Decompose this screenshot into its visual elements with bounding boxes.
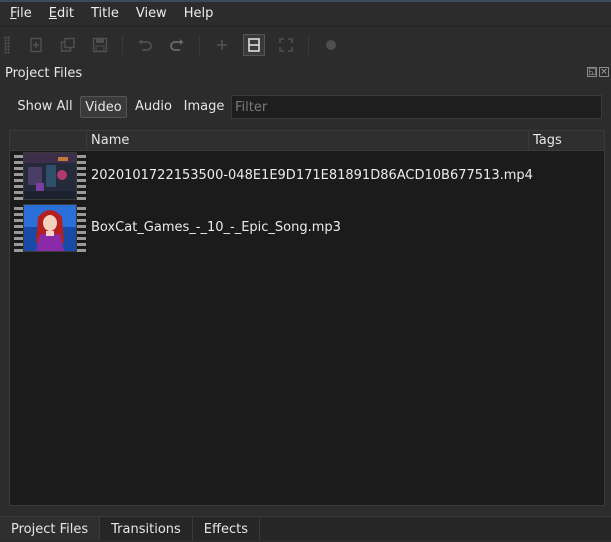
dock-close-icon[interactable]: × — [599, 67, 609, 77]
tab-transitions[interactable]: Transitions — [100, 517, 193, 540]
menu-help[interactable]: Help — [174, 6, 221, 21]
anime-girl-thumbnail — [14, 204, 86, 252]
menu-view[interactable]: View — [126, 6, 174, 21]
filter-show-all-tab[interactable]: Show All — [16, 96, 74, 118]
save-project-icon — [92, 37, 108, 53]
fullscreen-button[interactable] — [275, 34, 297, 56]
main-toolbar — [0, 26, 611, 63]
toolbar-separator — [199, 35, 200, 55]
column-header-tags[interactable]: Tags — [529, 131, 604, 150]
filter-bar: Show All Video Audio Image — [0, 94, 611, 120]
menu-help-label: Help — [183, 5, 214, 21]
column-header-thumbnail[interactable] — [10, 131, 87, 150]
filter-image-tab[interactable]: Image — [182, 96, 226, 118]
menu-file-label: ile — [16, 5, 32, 21]
toolbar-separator — [122, 35, 123, 55]
dock-title: Project Files — [5, 65, 83, 81]
project-files-dock-header: Project Files ◱ × — [0, 63, 611, 83]
toolbar-grip-handle[interactable] — [4, 36, 10, 54]
redo-icon — [170, 39, 184, 51]
menu-file[interactable]: File — [0, 6, 39, 21]
open-project-icon — [60, 37, 75, 52]
file-name: BoxCat_Games_-_10_-_Epic_Song.mp3 — [91, 220, 341, 235]
menu-edit[interactable]: Edit — [39, 6, 81, 21]
audio-cover-image — [24, 205, 76, 251]
record-button[interactable] — [320, 34, 342, 56]
video-thumbnail — [14, 152, 86, 200]
undo-button[interactable] — [134, 34, 156, 56]
menu-view-label: View — [135, 5, 167, 21]
tab-project-files[interactable]: Project Files — [0, 517, 101, 540]
dock-tabs: Project Files Transitions Effects — [0, 516, 611, 540]
menu-title[interactable]: Title — [81, 6, 126, 21]
file-row[interactable]: BoxCat_Games_-_10_-_Epic_Song.mp3 — [10, 203, 604, 253]
tab-effects[interactable]: Effects — [193, 517, 260, 540]
column-header-name[interactable]: Name — [87, 131, 529, 150]
list-header: Name Tags — [10, 131, 604, 151]
undo-icon — [138, 39, 152, 51]
menu-bar: File Edit Title View Help — [0, 2, 611, 24]
record-icon — [326, 40, 336, 50]
file-row[interactable]: 2020101722153500-048E1E9D171E81891D86ACD… — [10, 151, 604, 201]
filter-audio-tab[interactable]: Audio — [133, 96, 174, 118]
new-project-button[interactable] — [25, 34, 47, 56]
open-project-button[interactable] — [57, 34, 79, 56]
redo-button[interactable] — [166, 34, 188, 56]
project-files-list[interactable]: Name Tags 2020101722153500-048E1E9D171E8… — [9, 130, 605, 506]
film-view-button[interactable] — [243, 34, 265, 56]
film-view-icon — [248, 38, 260, 52]
fullscreen-icon — [279, 38, 293, 52]
video-frame-image — [24, 153, 76, 199]
menu-edit-mnemonic: E — [48, 5, 57, 21]
save-project-button[interactable] — [89, 34, 111, 56]
filter-input[interactable] — [231, 95, 602, 119]
menu-title-label: Title — [90, 5, 119, 21]
filter-video-tab[interactable]: Video — [80, 96, 127, 118]
film-perforation — [77, 152, 86, 200]
new-project-icon — [30, 37, 42, 53]
dock-float-icon[interactable]: ◱ — [587, 67, 597, 77]
toolbar-separator — [308, 35, 309, 55]
add-track-icon — [217, 40, 227, 50]
file-name: 2020101722153500-048E1E9D171E81891D86ACD… — [91, 168, 533, 183]
film-perforation — [14, 204, 23, 252]
add-track-button[interactable] — [211, 34, 233, 56]
film-perforation — [14, 152, 23, 200]
menu-edit-label: dit — [57, 5, 74, 21]
film-perforation — [77, 204, 86, 252]
